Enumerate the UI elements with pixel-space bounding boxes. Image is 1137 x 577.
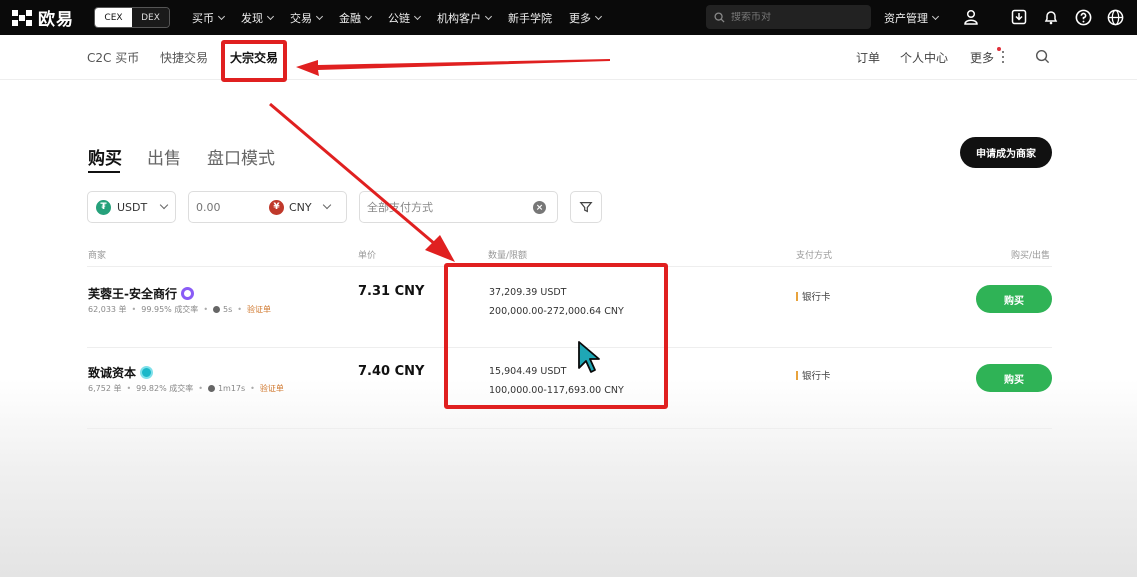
more-dots-icon[interactable] xyxy=(1002,51,1005,63)
okx-logo-icon xyxy=(12,9,32,26)
header-payment: 支付方式 xyxy=(796,251,833,261)
sub-navbar: C2C 买币 快捷交易 大宗交易 订单 个人中心 更多 xyxy=(0,35,1137,80)
clock-icon xyxy=(207,385,215,392)
download-icon[interactable] xyxy=(1010,8,1028,26)
nav-trade[interactable]: 交易 xyxy=(290,10,324,26)
chevron-down-icon xyxy=(484,12,493,20)
nav-buy-crypto[interactable]: 买币 xyxy=(192,10,226,26)
active-tab-indicator xyxy=(88,171,120,173)
chevron-down-icon xyxy=(322,200,331,210)
divider xyxy=(87,428,1052,429)
chevron-down-icon xyxy=(931,12,940,21)
merchant-name[interactable]: 芙蓉王-安全商行 xyxy=(88,285,177,302)
verified-badge-icon xyxy=(180,287,194,300)
become-merchant-button[interactable]: 申请成为商家 xyxy=(960,137,1052,168)
coin-selector[interactable]: ₮ USDT xyxy=(87,191,176,223)
verify-tag: 验证单 xyxy=(247,305,272,314)
clear-icon[interactable]: × xyxy=(533,201,546,214)
user-icon[interactable] xyxy=(962,8,980,26)
search-icon xyxy=(714,11,725,23)
tab-buy[interactable]: 购买 xyxy=(88,144,122,169)
merchant-name[interactable]: 致诚资本 xyxy=(88,364,136,381)
subnav-express[interactable]: 快捷交易 xyxy=(160,49,208,66)
verified-badge-icon xyxy=(140,366,154,379)
nav-discover[interactable]: 发现 xyxy=(241,10,275,26)
payment-method: 银行卡 xyxy=(796,289,831,303)
chevron-down-icon xyxy=(364,12,373,20)
bell-icon[interactable] xyxy=(1042,8,1060,26)
filter-icon xyxy=(579,202,593,213)
chevron-down-icon xyxy=(315,12,324,20)
highlight-box-quantity xyxy=(444,263,668,409)
highlight-box-block-trade xyxy=(221,40,287,82)
search-input[interactable] xyxy=(731,11,871,23)
unit-price: 7.40 CNY xyxy=(358,364,425,379)
user-center-link[interactable]: 个人中心 xyxy=(900,49,948,66)
logo-text: 欧易 xyxy=(38,10,74,30)
bank-card-marker xyxy=(796,370,798,380)
buy-button[interactable]: 购买 xyxy=(976,285,1052,313)
tab-sell[interactable]: 出售 xyxy=(147,144,181,169)
subnav-c2c[interactable]: C2C 买币 xyxy=(87,49,139,66)
top-navbar: 欧易 CEX DEX 买币 发现 交易 金融 公链 机构客户 新手学院 更多 资… xyxy=(0,0,1137,35)
globe-icon[interactable] xyxy=(1106,8,1124,26)
header-merchant: 商家 xyxy=(88,251,107,261)
search-icon[interactable] xyxy=(1035,49,1050,68)
nav-chain[interactable]: 公链 xyxy=(388,10,422,26)
asset-management-menu[interactable]: 资产管理 xyxy=(884,10,940,26)
help-icon[interactable] xyxy=(1074,8,1092,26)
chevron-down-icon xyxy=(594,12,603,20)
payment-method: 银行卡 xyxy=(796,368,831,382)
clock-icon xyxy=(213,306,221,313)
payment-method-selector[interactable]: 全部支付方式 × xyxy=(359,191,558,223)
header-action: 购买/出售 xyxy=(1011,251,1051,261)
cex-dex-toggle[interactable]: CEX DEX xyxy=(94,7,170,28)
orders-link[interactable]: 订单 xyxy=(856,49,880,66)
unit-price: 7.31 CNY xyxy=(358,284,425,299)
nav-more[interactable]: 更多 xyxy=(569,10,603,26)
search-bar[interactable] xyxy=(706,5,871,29)
buy-button[interactable]: 购买 xyxy=(976,364,1052,392)
amount-input-group[interactable]: ¥ CNY xyxy=(188,191,347,223)
amount-input[interactable] xyxy=(196,200,266,214)
chevron-down-icon xyxy=(413,12,422,20)
nav-institutional[interactable]: 机构客户 xyxy=(437,10,493,26)
okx-logo[interactable]: 欧易 xyxy=(12,5,74,30)
more-menu[interactable]: 更多 xyxy=(970,49,994,66)
chevron-down-icon xyxy=(217,12,226,20)
chevron-down-icon xyxy=(159,200,169,210)
usdt-icon: ₮ xyxy=(96,199,111,215)
cny-icon: ¥ xyxy=(269,199,284,215)
dex-option[interactable]: DEX xyxy=(132,8,169,27)
nav-learn[interactable]: 新手学院 xyxy=(508,10,552,26)
nav-finance[interactable]: 金融 xyxy=(339,10,373,26)
bank-card-marker xyxy=(796,291,798,301)
cex-option[interactable]: CEX xyxy=(95,8,132,27)
notification-dot xyxy=(997,47,1001,51)
header-price: 单价 xyxy=(358,251,377,261)
verify-tag: 验证单 xyxy=(259,384,284,393)
chevron-down-icon xyxy=(266,12,275,20)
header-quantity-limit: 数量/限额 xyxy=(488,251,528,261)
tab-orderbook-mode[interactable]: 盘口模式 xyxy=(207,144,275,169)
arrowhead-icon xyxy=(425,235,455,262)
filter-button[interactable] xyxy=(570,191,602,223)
arrow-diagonal-icon xyxy=(269,102,443,252)
